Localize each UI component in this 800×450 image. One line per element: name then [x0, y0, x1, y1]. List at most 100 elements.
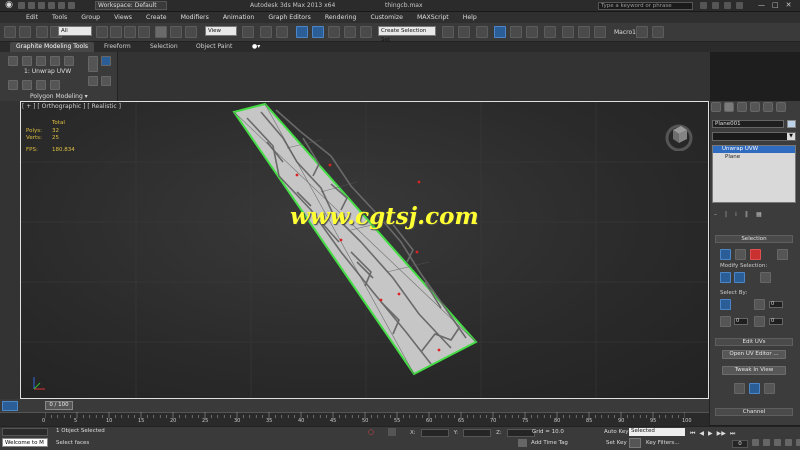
new-file-icon[interactable]: [18, 2, 25, 9]
ribbon-options-icon[interactable]: ●▾: [246, 42, 266, 52]
open-uv-editor-button[interactable]: Open UV Editor ...: [722, 350, 786, 359]
link-icon[interactable]: [36, 26, 48, 38]
select-by-name-icon[interactable]: [110, 26, 122, 38]
perspective-viewport[interactable]: [20, 101, 709, 399]
display-tab-icon[interactable]: [763, 102, 773, 112]
mini-listener-icon[interactable]: [2, 401, 18, 411]
spinner-snap-icon[interactable]: [344, 26, 356, 38]
go-to-end-icon[interactable]: ⏭: [730, 430, 735, 438]
menu-graph-editors[interactable]: Graph Editors: [268, 12, 310, 23]
planar-angle-field[interactable]: 0: [769, 301, 783, 308]
toolbar-extra-icon[interactable]: [652, 26, 664, 38]
maximize-icon[interactable]: □: [772, 1, 779, 10]
move-gizmo-icon[interactable]: [260, 26, 272, 38]
absolute-mode-icon[interactable]: [388, 428, 396, 436]
project-folder-icon[interactable]: [68, 2, 75, 9]
time-slider-thumb[interactable]: 0 / 100: [45, 401, 73, 410]
schematic-view-icon[interactable]: [526, 26, 538, 38]
help-icon[interactable]: [736, 2, 743, 9]
edge-select-icon[interactable]: [735, 249, 746, 260]
viewcube-icon[interactable]: [664, 121, 694, 151]
key-mode-dropdown[interactable]: Selected: [629, 428, 685, 436]
menu-tools[interactable]: Tools: [52, 12, 67, 23]
zoom-all-icon[interactable]: [763, 439, 770, 446]
selection-rollout-header[interactable]: Selection: [715, 235, 793, 243]
planar-angle-icon[interactable]: [754, 299, 765, 310]
y-coordinate-field[interactable]: [463, 429, 492, 437]
edge-icon[interactable]: [22, 56, 32, 66]
time-slider-track[interactable]: [0, 399, 709, 412]
grow-selection-icon[interactable]: [720, 272, 731, 283]
rect-selection-icon[interactable]: [124, 26, 136, 38]
lock-selection-icon[interactable]: ○: [368, 428, 374, 436]
snap-toggle-icon[interactable]: [296, 26, 308, 38]
ref-coord-dropdown[interactable]: View: [205, 26, 237, 36]
rendered-frame-icon[interactable]: [578, 26, 590, 38]
select-by-material-icon[interactable]: [754, 316, 765, 327]
play-icon[interactable]: ▶: [708, 430, 713, 438]
render-setup-icon[interactable]: [562, 26, 574, 38]
menu-create[interactable]: Create: [146, 12, 167, 23]
quick-planar-map-icon[interactable]: [734, 383, 745, 394]
preview-selection-icon[interactable]: [88, 56, 98, 72]
graphite-toggle-icon[interactable]: [494, 26, 506, 38]
polygon-modeling-panel-label[interactable]: Polygon Modeling ▾: [30, 93, 88, 100]
auto-key-button[interactable]: Auto Key: [604, 429, 629, 435]
tab-freeform[interactable]: Freeform: [98, 42, 137, 52]
menu-help[interactable]: Help: [463, 12, 477, 23]
time-tag-icon[interactable]: [518, 439, 527, 447]
undo-icon[interactable]: [4, 26, 16, 38]
redo-icon[interactable]: [58, 2, 65, 9]
select-move-icon[interactable]: [155, 26, 167, 38]
material-editor-icon[interactable]: [544, 26, 556, 38]
menu-maxscript[interactable]: MAXScript: [417, 12, 449, 23]
redo-icon[interactable]: [19, 26, 31, 38]
stack-item-unwrap-uvw[interactable]: Unwrap UVW: [713, 146, 795, 153]
quick-map-align-icon[interactable]: [749, 383, 760, 394]
select-rotate-icon[interactable]: [170, 26, 182, 38]
maxscript-mini-listener[interactable]: Welcome to M: [2, 438, 48, 447]
show-end-result-icon[interactable]: |: [725, 211, 727, 218]
border-icon[interactable]: [36, 56, 46, 66]
set-key-button[interactable]: Set Key: [606, 440, 627, 446]
element-select-icon[interactable]: [777, 249, 788, 260]
motion-tab-icon[interactable]: [750, 102, 760, 112]
render-production-icon[interactable]: [594, 26, 606, 38]
pan-icon[interactable]: [774, 439, 781, 446]
menu-edit[interactable]: Edit: [26, 12, 38, 23]
use-soft-selection-icon[interactable]: [101, 56, 111, 66]
app-logo-icon[interactable]: ◉: [2, 0, 16, 11]
remove-modifier-icon[interactable]: [50, 80, 60, 90]
close-icon[interactable]: ✕: [786, 1, 792, 10]
mirror-icon[interactable]: [442, 26, 454, 38]
plane-mesh[interactable]: [232, 102, 478, 376]
menu-modifiers[interactable]: Modifiers: [181, 12, 209, 23]
select-by-smooth-icon[interactable]: [720, 316, 731, 327]
current-frame-field[interactable]: 0: [732, 440, 748, 448]
key-filters-button[interactable]: Key Filters...: [646, 440, 679, 446]
key-icon[interactable]: [629, 438, 641, 448]
make-unique-icon[interactable]: [36, 80, 46, 90]
viewport-label[interactable]: [ + ] [ Orthographic ] [ Realistic ]: [22, 103, 121, 110]
ignore-backfacing-icon[interactable]: [88, 76, 98, 86]
save-file-icon[interactable]: [38, 2, 45, 9]
smoothing-group-field[interactable]: 0: [734, 318, 748, 325]
loop-selection-icon[interactable]: [760, 272, 771, 283]
menu-animation[interactable]: Animation: [223, 12, 255, 23]
curve-editor-icon[interactable]: [510, 26, 522, 38]
show-end-icon[interactable]: [22, 80, 32, 90]
star-icon[interactable]: [724, 2, 731, 9]
edit-named-sets-icon[interactable]: [360, 26, 372, 38]
display-map-icon[interactable]: [764, 383, 775, 394]
tab-object-paint[interactable]: Object Paint: [190, 42, 238, 52]
maxscript-listener-top[interactable]: [2, 428, 48, 436]
x-coordinate-field[interactable]: [420, 429, 449, 437]
macro-label[interactable]: Macro1: [614, 29, 636, 36]
menu-group[interactable]: Group: [81, 12, 100, 23]
layer-manager-icon[interactable]: [476, 26, 488, 38]
vertex-select-icon[interactable]: [720, 249, 731, 260]
maximize-viewport-icon[interactable]: [796, 439, 800, 446]
channel-rollout-header[interactable]: Channel: [715, 408, 793, 416]
menu-rendering[interactable]: Rendering: [325, 12, 357, 23]
hierarchy-tab-icon[interactable]: [737, 102, 747, 112]
